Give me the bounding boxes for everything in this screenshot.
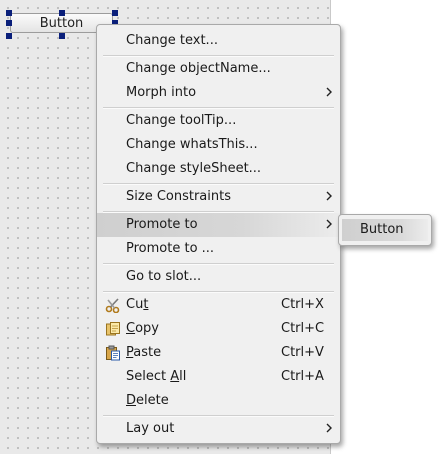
menu-item-cut[interactable]: Cut Ctrl+X: [97, 293, 340, 317]
promote-to-submenu: Button: [338, 214, 432, 246]
menu-item-label: Go to slot...: [126, 269, 202, 284]
menu-item-shortcut: Ctrl+A: [281, 369, 324, 384]
menu-item-label: Size Constraints: [126, 189, 231, 204]
menu-item-paste[interactable]: Paste Ctrl+V: [97, 341, 340, 365]
menu-item-change-tooltip[interactable]: Change toolTip...: [97, 109, 340, 133]
menu-item-shortcut: Ctrl+X: [281, 297, 324, 312]
selection-handle-bottom-center[interactable]: [59, 33, 65, 39]
paste-icon: [106, 345, 120, 361]
menu-item-go-to-slot[interactable]: Go to slot...: [97, 265, 340, 289]
submenu-item-label: Button: [360, 222, 404, 237]
menu-item-change-style-sheet[interactable]: Change styleSheet...: [97, 157, 340, 181]
menu-item-shortcut: Ctrl+C: [281, 321, 325, 336]
selection-handle-top-right[interactable]: [112, 10, 118, 16]
menu-item-lay-out[interactable]: Lay out: [97, 417, 340, 441]
menu-item-label: Delete: [126, 393, 169, 408]
menu-item-shortcut: Ctrl+V: [281, 345, 324, 360]
selection-handle-middle-left[interactable]: [6, 20, 12, 26]
menu-item-label: Change objectName...: [126, 61, 271, 76]
submenu-arrow-icon: [326, 423, 332, 433]
menu-item-label: Paste: [126, 345, 162, 360]
submenu-arrow-icon: [326, 219, 332, 229]
selection-handle-top-left[interactable]: [6, 10, 12, 16]
menu-item-label: Change toolTip...: [126, 113, 237, 128]
menu-item-delete[interactable]: Delete: [97, 389, 340, 413]
menu-item-label: Lay out: [126, 421, 175, 436]
menu-item-label: Cut: [126, 297, 149, 312]
selection-handle-top-center[interactable]: [59, 10, 65, 16]
scissors-icon: [105, 298, 120, 313]
submenu-arrow-icon: [326, 191, 332, 201]
menu-item-label: Promote to: [126, 217, 198, 232]
menu-item-label: Copy: [126, 321, 159, 336]
menu-item-promote-to[interactable]: Promote to: [97, 213, 340, 237]
menu-item-change-whats-this[interactable]: Change whatsThis...: [97, 133, 340, 157]
menu-item-morph-into[interactable]: Morph into: [97, 81, 340, 105]
menu-item-label: Change styleSheet...: [126, 161, 262, 176]
push-button-label: Button: [39, 15, 84, 31]
copy-icon: [106, 322, 120, 336]
menu-item-select-all[interactable]: Select All Ctrl+A: [97, 365, 340, 389]
menu-item-change-text[interactable]: Change text...: [97, 29, 340, 53]
menu-item-change-object-name[interactable]: Change objectName...: [97, 57, 340, 81]
submenu-item-button[interactable]: Button: [342, 219, 428, 241]
menu-item-label: Promote to ...: [126, 241, 215, 256]
menu-item-label: Change text...: [126, 33, 218, 48]
menu-item-label: Morph into: [126, 85, 197, 100]
menu-item-promote-to-dialog[interactable]: Promote to ...: [97, 237, 340, 261]
menu-item-copy[interactable]: Copy Ctrl+C: [97, 317, 340, 341]
selection-handle-bottom-left[interactable]: [6, 33, 12, 39]
submenu-arrow-icon: [326, 87, 332, 97]
menu-item-label: Change whatsThis...: [126, 137, 258, 152]
menu-item-size-constraints[interactable]: Size Constraints: [97, 185, 340, 209]
context-menu: Change text... Change objectName... Morp…: [96, 24, 341, 444]
menu-item-label: Select All: [126, 369, 187, 384]
